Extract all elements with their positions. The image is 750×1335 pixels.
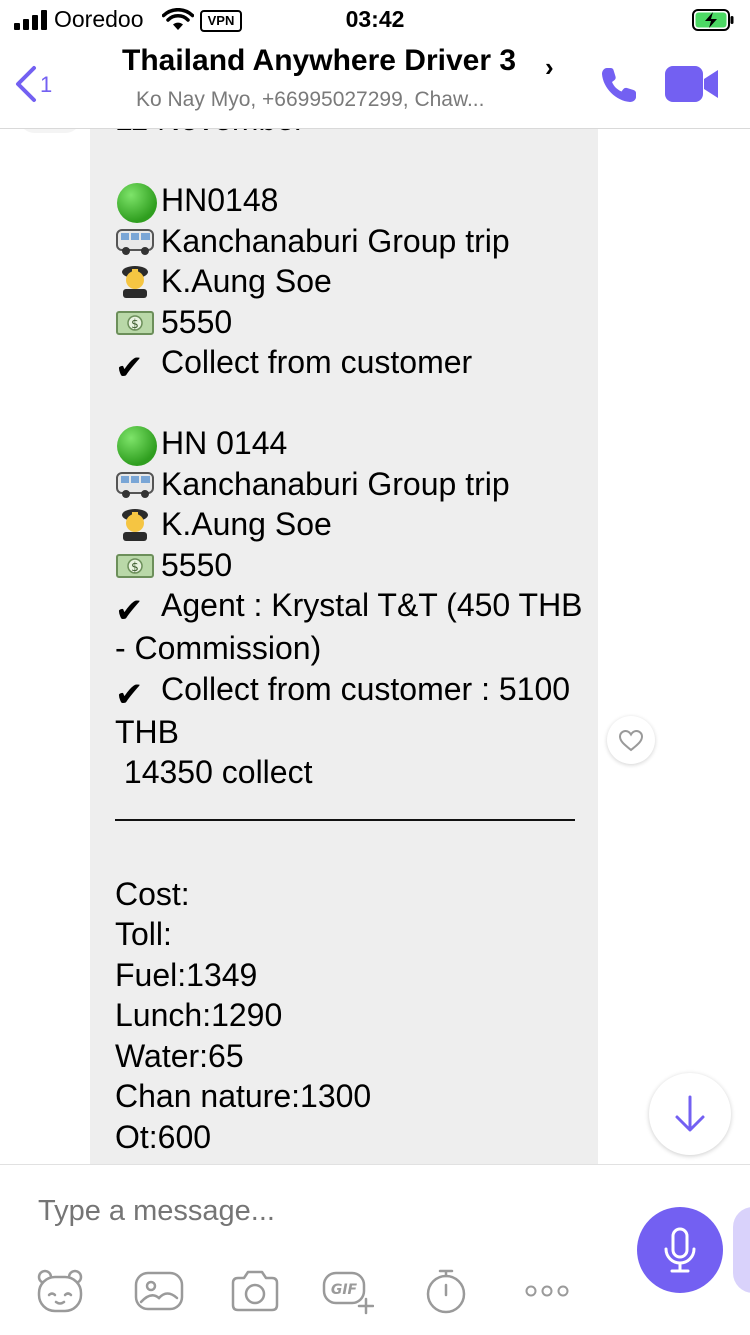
green-circle-icon — [115, 426, 157, 466]
booking-code-line: HN0148 — [115, 180, 585, 223]
cost-chan-nature: Chan nature:1300 — [115, 1078, 372, 1114]
chevron-right-icon[interactable]: › — [545, 52, 554, 83]
chat-header: 1 Thailand Anywhere Driver 3 › Ko Nay My… — [0, 40, 750, 129]
agent-note: ✔ Agent : Krystal T&T (450 THB - Commissi… — [115, 587, 583, 666]
svg-text:GIF: GIF — [331, 1282, 358, 1298]
message-line: 11 November — [115, 129, 585, 140]
battery-charging-icon — [692, 9, 734, 31]
cost-fuel: Fuel:1349 — [115, 956, 258, 993]
driver-line: K.Aung Soe — [115, 504, 585, 545]
check-icon: ✔ — [115, 675, 144, 714]
cost-water: Water:65 — [115, 1037, 244, 1074]
gif-icon[interactable]: GIF — [322, 1267, 374, 1315]
video-call-icon[interactable] — [664, 64, 720, 104]
check-icon: ✔ — [115, 349, 144, 387]
send-options-edge[interactable] — [733, 1207, 750, 1293]
driver-line: K.Aung Soe — [115, 261, 585, 302]
camera-icon[interactable] — [229, 1267, 281, 1315]
like-heart-icon[interactable] — [607, 716, 655, 764]
phone-call-icon[interactable] — [598, 64, 640, 106]
status-bar: Ooredoo VPN 03:42 — [0, 0, 750, 40]
amount-line: $5550 — [115, 545, 585, 586]
van-icon — [116, 471, 154, 498]
collect-note: ✔ Collect from customer : 5100 THB — [115, 670, 571, 750]
trip-line: Kanchanaburi Group trip — [115, 221, 585, 262]
cost-toll: Toll: — [115, 916, 172, 952]
more-options-icon[interactable] — [521, 1267, 573, 1315]
gallery-icon[interactable] — [133, 1267, 185, 1315]
banknote-icon: $ — [116, 310, 154, 335]
message-text: 11 November HN0148 Kanchanaburi Group tr… — [115, 129, 585, 1157]
amount-line: $5550 — [115, 302, 585, 343]
pilot-icon — [122, 509, 148, 541]
chat-area[interactable]: 11 November HN0148 Kanchanaburi Group tr… — [0, 129, 750, 1164]
chat-title[interactable]: Thailand Anywhere Driver 3 — [122, 44, 516, 78]
total-collect: 14350 collect — [115, 754, 313, 790]
avatar[interactable] — [18, 129, 82, 133]
pilot-icon — [122, 266, 148, 298]
status-time: 03:42 — [345, 6, 405, 32]
booking-code-line: HN 0144 — [115, 423, 585, 466]
svg-text:$: $ — [131, 560, 139, 574]
sticker-bear-icon[interactable] — [34, 1267, 86, 1315]
van-icon — [116, 228, 154, 255]
trip-line: Kanchanaburi Group trip — [115, 464, 585, 505]
green-circle-icon — [115, 183, 157, 223]
scroll-down-arrow-icon[interactable] — [649, 1073, 731, 1155]
chat-members[interactable]: Ko Nay Myo, +66995027299, Chaw... — [136, 88, 556, 112]
cost-lunch: Lunch:1290 — [115, 997, 283, 1033]
message-input[interactable] — [38, 1189, 598, 1233]
composer: GIF — [0, 1164, 750, 1335]
microphone-icon[interactable] — [637, 1207, 723, 1293]
banknote-icon: $ — [116, 553, 154, 578]
divider — [115, 793, 585, 834]
check-icon: ✔ — [115, 592, 144, 630]
back-chevron-icon[interactable] — [12, 62, 62, 106]
cost-ot: Ot:600 — [115, 1118, 212, 1155]
note-line: ✔ Collect from customer — [115, 344, 473, 387]
cost-heading: Cost: — [115, 875, 190, 912]
timer-icon[interactable] — [420, 1267, 472, 1315]
svg-text:$: $ — [131, 317, 139, 331]
unread-count[interactable]: 1 — [40, 72, 52, 98]
